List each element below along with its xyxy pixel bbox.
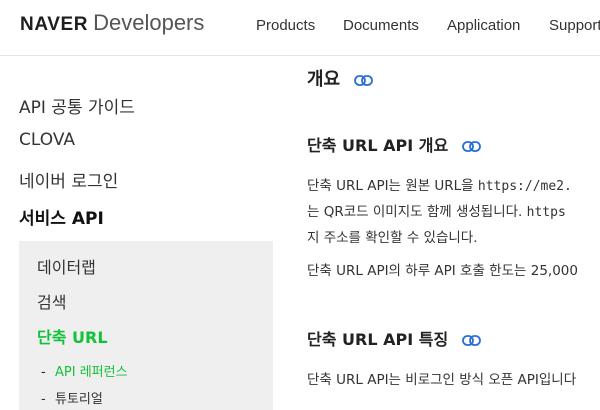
intro-code-1: https://me2. — [477, 179, 572, 194]
nav-products[interactable]: Products — [256, 17, 315, 34]
sidebar-sub-search[interactable]: 검색 — [37, 289, 66, 313]
sidebar-item-naver-login[interactable]: 네이버 로그인 — [19, 167, 118, 192]
link-icon[interactable] — [461, 141, 481, 152]
heading-api-overview: 단축 URL API 개요 — [307, 132, 481, 156]
heading-overview-text: 개요 — [307, 69, 341, 90]
nav-application[interactable]: Application — [447, 17, 520, 34]
sidebar-item-api-guide[interactable]: API 공통 가이드 — [19, 93, 135, 118]
paragraph-intro-line-2: 는 QR코드 이미지도 함께 생성됩니다. https — [307, 199, 566, 226]
paragraph-features: 단축 URL API는 비로그인 방식 오픈 API입니다 — [307, 372, 577, 388]
paragraph-intro-line-1: 단축 URL API는 원본 URL을 https://me2. — [307, 173, 572, 200]
sidebar-item-clova[interactable]: CLOVA — [19, 130, 75, 150]
top-header: NAVER Developers Products Documents Appli… — [0, 0, 600, 56]
subsub-label: 튜토리얼 — [55, 392, 103, 407]
sidebar-subpanel: 데이터랩 검색 단축 URL - API 레퍼런스 - 튜토리얼 — [19, 241, 273, 410]
dash-marker: - — [41, 392, 46, 407]
heading-api-overview-text: 단축 URL API 개요 — [307, 136, 449, 155]
intro-text-1: 단축 URL API는 원본 URL을 — [307, 178, 478, 194]
sidebar-sub-short-url[interactable]: 단축 URL — [37, 324, 108, 348]
intro-text-2: 는 QR코드 이미지도 함께 생성됩니다. — [307, 204, 527, 220]
sidebar: API 공통 가이드 CLOVA 네이버 로그인 서비스 API 데이터랩 검색… — [0, 57, 286, 410]
logo-brand: NAVER — [20, 14, 89, 35]
nav-documents[interactable]: Documents — [343, 17, 419, 34]
link-icon[interactable] — [354, 74, 374, 86]
link-icon[interactable] — [461, 335, 481, 346]
paragraph-intro-line-3: 지 주소를 확인할 수 있습니다. — [307, 230, 478, 246]
intro-code-2: https — [526, 205, 566, 220]
sidebar-subsub-tutorial[interactable]: - 튜토리얼 — [41, 388, 103, 407]
sidebar-sub-datalab[interactable]: 데이터랩 — [37, 254, 96, 278]
paragraph-limit: 단축 URL API의 하루 API 호출 한도는 25,000 — [307, 263, 578, 279]
logo-sub: Developers — [93, 10, 205, 35]
main-content: 개요 단축 URL API 개요 단축 URL API는 원본 URL을 htt… — [307, 57, 600, 410]
naver-developers-logo[interactable]: NAVER Developers — [20, 10, 204, 36]
heading-features-text: 단축 URL API 특징 — [307, 330, 449, 349]
sidebar-item-service-api[interactable]: 서비스 API — [19, 204, 104, 229]
nav-support[interactable]: Support — [549, 17, 600, 34]
heading-overview: 개요 — [307, 65, 374, 91]
heading-features: 단축 URL API 특징 — [307, 326, 481, 350]
subsub-label: API 레퍼런스 — [55, 365, 128, 380]
dash-marker: - — [41, 365, 46, 380]
sidebar-subsub-api-reference[interactable]: - API 레퍼런스 — [41, 361, 128, 380]
